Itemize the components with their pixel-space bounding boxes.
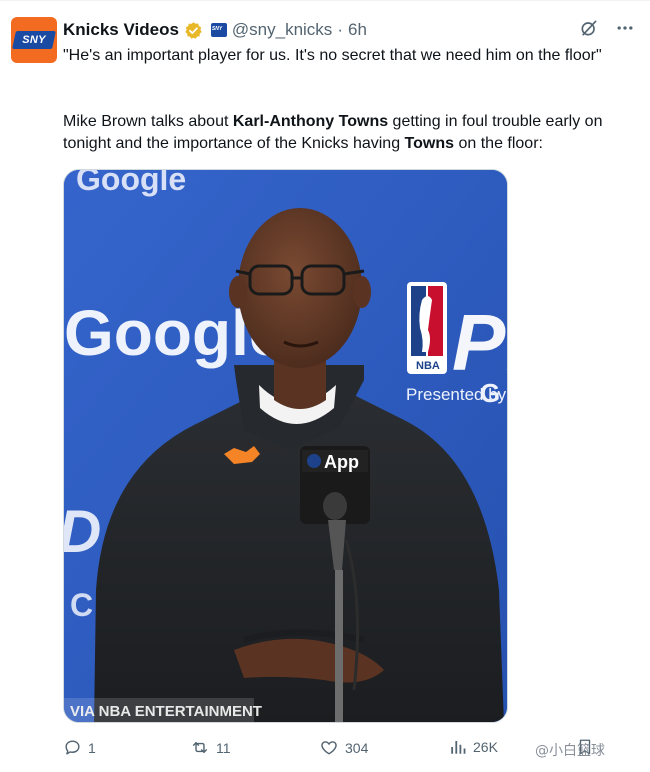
grok-icon[interactable] [578, 17, 600, 39]
view-count: 26K [473, 739, 498, 755]
reply-count: 1 [88, 739, 96, 756]
tweet-card[interactable]: SNY Knicks Videos SNY @sny_knicks · 6h "… [0, 0, 650, 772]
backdrop-left-partial-1: D [64, 498, 101, 565]
display-name[interactable]: Knicks Videos [63, 20, 179, 40]
video-caption: VIA NBA ENTERTAINMENT [70, 703, 262, 720]
repost-count: 11 [216, 739, 231, 756]
separator-dot: · [337, 20, 343, 39]
more-options-icon[interactable] [614, 17, 636, 39]
nba-logo-icon: NBA [407, 282, 447, 374]
timestamp[interactable]: 6h [348, 20, 367, 40]
mention-towns-full: Karl-Anthony Towns [232, 113, 389, 130]
backdrop-playoffs-partial: PL [452, 298, 508, 387]
views-button[interactable]: 26K [449, 738, 498, 756]
repost-icon [192, 742, 208, 753]
handle[interactable]: @sny_knicks [232, 20, 332, 40]
tweet-quote: "He's an important player for us. It's n… [63, 47, 602, 64]
tweet-description: Mike Brown talks about Karl-Anthony Town… [63, 113, 603, 152]
like-button[interactable]: 304 [319, 738, 368, 757]
reply-icon [65, 740, 80, 755]
tweet-header: Knicks Videos SNY @sny_knicks · 6h [63, 19, 367, 41]
analytics-icon [451, 741, 466, 754]
backdrop-google-top: Google [76, 170, 186, 197]
affiliate-badge-icon[interactable]: SNY [210, 23, 227, 37]
watermark-text: @小白篮球 [535, 743, 605, 759]
verified-badge-icon[interactable] [184, 21, 203, 40]
backdrop-presented-brand: G [480, 378, 500, 408]
avatar-logo-text: SNY [22, 34, 46, 46]
mic-flag-text: App [324, 452, 359, 472]
heart-icon [321, 741, 337, 755]
repost-button[interactable]: 11 [190, 738, 231, 757]
mention-towns: Towns [404, 135, 455, 152]
like-count: 304 [345, 739, 369, 756]
nba-logo-text: NBA [416, 360, 440, 372]
avatar[interactable]: SNY [11, 17, 57, 63]
reply-button[interactable]: 1 [63, 738, 96, 757]
backdrop-left-partial-2: C [70, 587, 93, 623]
video-media[interactable]: Google Google NBA PL Presented by G D C [63, 169, 508, 723]
